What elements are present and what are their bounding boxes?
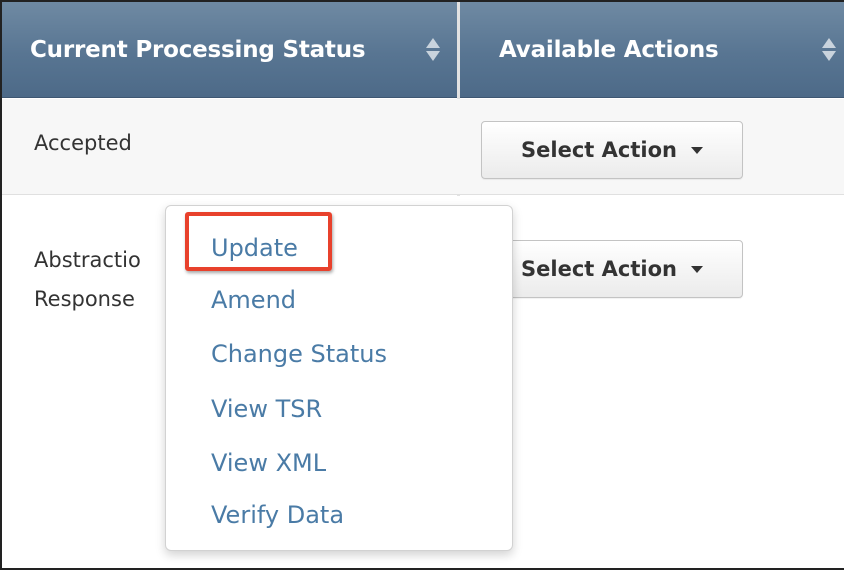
column-header-actions-label: Available Actions (499, 37, 719, 63)
menu-item-view-xml[interactable]: View XML (211, 445, 326, 481)
action-dropdown-menu: Update Amend Change Status View TSR View… (165, 205, 513, 551)
status-cell: Abstractio Response (34, 241, 174, 319)
column-header-status[interactable]: Current Processing Status (30, 2, 450, 98)
menu-item-view-tsr[interactable]: View TSR (211, 391, 322, 427)
table-header: Current Processing Status Available Acti… (2, 2, 844, 98)
menu-item-verify-data[interactable]: Verify Data (211, 497, 344, 533)
column-header-actions[interactable]: Available Actions (499, 2, 839, 98)
caret-down-icon (690, 265, 703, 273)
status-cell-line: Response (34, 287, 135, 311)
status-cell: Accepted (34, 131, 132, 155)
select-action-button[interactable]: Select Action (481, 240, 743, 298)
caret-down-icon (690, 146, 703, 154)
menu-item-update[interactable]: Update (211, 230, 298, 266)
select-action-label: Select Action (521, 257, 677, 281)
table-container: Current Processing Status Available Acti… (0, 0, 844, 570)
status-cell-line: Abstractio (34, 248, 141, 272)
column-header-status-label: Current Processing Status (30, 37, 366, 63)
menu-item-change-status[interactable]: Change Status (211, 336, 387, 372)
table-row: Accepted Select Action (2, 99, 844, 195)
menu-item-amend[interactable]: Amend (211, 282, 296, 318)
sort-icon[interactable] (426, 38, 440, 64)
select-action-button[interactable]: Select Action (481, 121, 743, 179)
sort-icon[interactable] (822, 38, 836, 64)
select-action-label: Select Action (521, 138, 677, 162)
